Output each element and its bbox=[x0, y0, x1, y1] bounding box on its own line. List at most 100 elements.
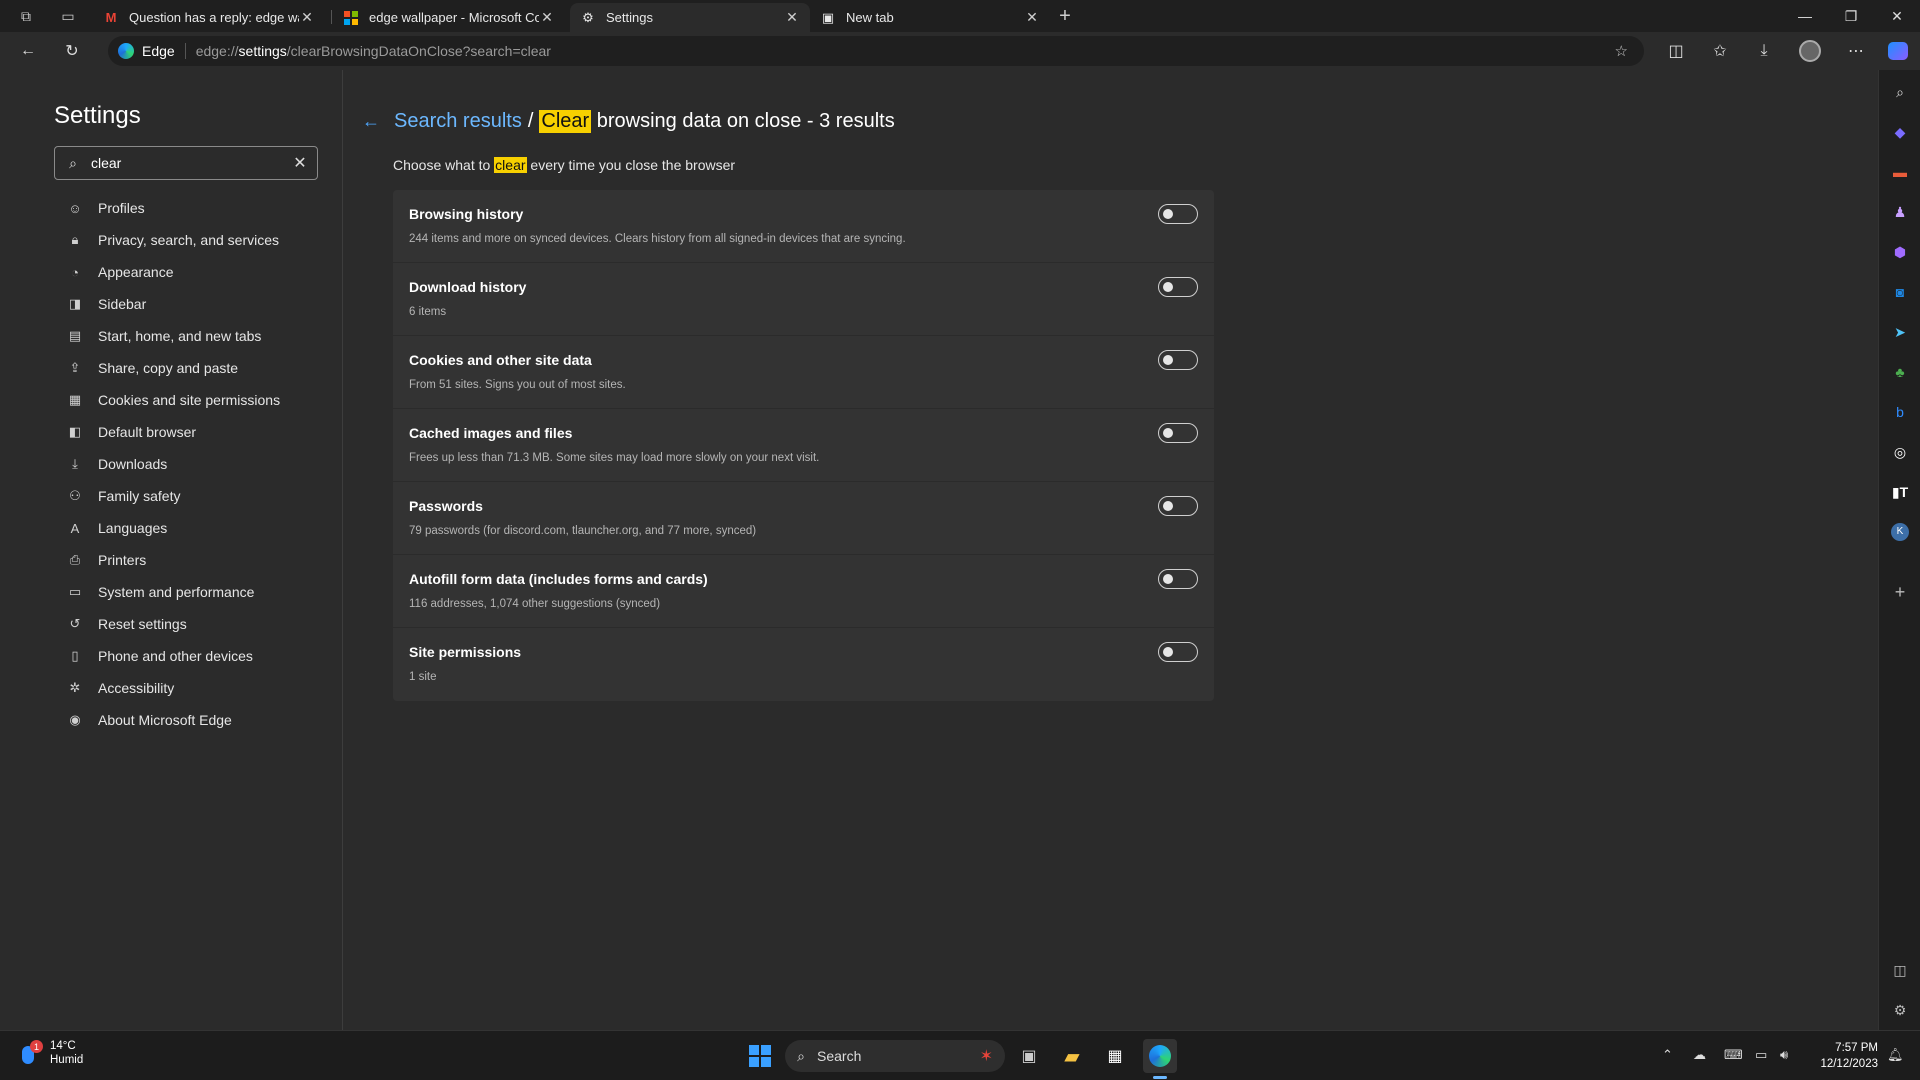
profile-icon: ☺ bbox=[68, 200, 82, 216]
nav-label: Start, home, and new tabs bbox=[98, 328, 262, 344]
keyboard-icon[interactable]: ⌨ bbox=[1724, 1047, 1743, 1063]
nav-item-family-safety[interactable]: ⚇ Family safety bbox=[66, 480, 336, 512]
clear-search-icon[interactable]: ✕ bbox=[283, 153, 317, 173]
tools-icon[interactable]: ▬ bbox=[1890, 162, 1910, 182]
weather-widget[interactable]: 1 14°C Humid bbox=[18, 1039, 83, 1067]
tray-overflow-icon[interactable]: ⌃ bbox=[1662, 1047, 1673, 1063]
nav-item-phone[interactable]: ▯ Phone and other devices bbox=[66, 640, 336, 672]
new-tab-plus-icon[interactable]: + bbox=[1055, 5, 1075, 27]
nav-item-sidebar[interactable]: ◨ Sidebar bbox=[66, 288, 336, 320]
shopping-tag-icon[interactable]: ◆ bbox=[1890, 122, 1910, 142]
tab-settings[interactable]: ⚙ Settings ✕ bbox=[570, 3, 810, 32]
copilot-icon[interactable] bbox=[1886, 39, 1910, 63]
toggle-cookies[interactable] bbox=[1158, 350, 1198, 370]
minimize-button[interactable]: — bbox=[1782, 0, 1828, 32]
nav-item-system[interactable]: ▭ System and performance bbox=[66, 576, 336, 608]
site-info[interactable]: Edge bbox=[108, 43, 175, 59]
toggle-site-permissions[interactable] bbox=[1158, 642, 1198, 662]
setting-title: Passwords bbox=[409, 498, 483, 514]
tab-separator bbox=[331, 10, 332, 24]
tree-icon[interactable]: ♣ bbox=[1890, 362, 1910, 382]
url-path: /clearBrowsingDataOnClose?search=clear bbox=[286, 43, 551, 59]
split-screen-icon[interactable]: ◫ bbox=[1664, 39, 1688, 63]
favorite-star-icon[interactable]: ☆ bbox=[1615, 42, 1628, 60]
search-value[interactable]: clear bbox=[91, 155, 283, 171]
nav-item-appearance[interactable]: ◔ Appearance bbox=[66, 256, 336, 288]
system-clock[interactable]: 7:57 PM 12/12/2023 bbox=[1810, 1040, 1878, 1072]
drop-icon[interactable]: ➤ bbox=[1890, 322, 1910, 342]
sidebar-settings-icon[interactable]: ⚙ bbox=[1890, 1000, 1910, 1020]
nav-item-start-home[interactable]: ▤ Start, home, and new tabs bbox=[66, 320, 336, 352]
search-results-link[interactable]: Search results bbox=[394, 110, 522, 133]
toggle-browsing-history[interactable] bbox=[1158, 204, 1198, 224]
nav-item-downloads[interactable]: ⤓ Downloads bbox=[66, 448, 336, 480]
page-title: browsing data on close - 3 results bbox=[591, 110, 895, 132]
tab-actions-icon[interactable]: ▭ bbox=[58, 6, 78, 26]
url-text[interactable]: edge://settings/clearBrowsingDataOnClose… bbox=[196, 43, 551, 59]
search-icon[interactable]: ⌕ bbox=[1890, 82, 1910, 102]
favorites-icon[interactable]: ✩ bbox=[1708, 39, 1732, 63]
nav-item-share-copy[interactable]: ⇪ Share, copy and paste bbox=[66, 352, 336, 384]
settings-search-input[interactable]: ⌕ clear ✕ bbox=[54, 146, 318, 180]
nav-item-reset[interactable]: ↺ Reset settings bbox=[66, 608, 336, 640]
hide-sidebar-icon[interactable]: ◫ bbox=[1890, 960, 1910, 980]
profile-avatar-icon[interactable] bbox=[1798, 39, 1822, 63]
edge-taskbar-icon[interactable] bbox=[1143, 1039, 1177, 1073]
address-divider bbox=[184, 43, 186, 59]
address-toolbar: ← ↻ Edge edge://settings/clearBrowsingDa… bbox=[0, 32, 1920, 70]
toggle-passwords[interactable] bbox=[1158, 496, 1198, 516]
address-bar[interactable]: Edge edge://settings/clearBrowsingDataOn… bbox=[108, 36, 1644, 66]
app-dial-icon[interactable]: ◎ bbox=[1890, 442, 1910, 462]
close-icon[interactable]: ✕ bbox=[784, 9, 800, 26]
nav-item-about[interactable]: ◉ About Microsoft Edge bbox=[66, 704, 336, 736]
nav-label: Appearance bbox=[98, 264, 174, 280]
store-icon[interactable]: ▦ bbox=[1098, 1039, 1132, 1073]
settings-page: Settings ⌕ clear ✕ ☺ Profiles 🔒︎ Privacy, … bbox=[0, 70, 1878, 1030]
file-explorer-icon[interactable]: ▰ bbox=[1055, 1039, 1089, 1073]
window-close-button[interactable]: ✕ bbox=[1874, 0, 1920, 32]
more-menu-icon[interactable]: ⋯ bbox=[1844, 39, 1868, 63]
nav-item-languages[interactable]: A Languages bbox=[66, 512, 336, 544]
taskbar-search[interactable]: ⌕ Search ✶ bbox=[785, 1040, 1005, 1072]
close-icon[interactable]: ✕ bbox=[299, 9, 315, 26]
nav-item-privacy[interactable]: 🔒︎ Privacy, search, and services bbox=[66, 224, 336, 256]
setting-row-download-history: Download history 6 items bbox=[393, 263, 1214, 336]
nav-label: Sidebar bbox=[98, 296, 147, 312]
k-avatar-icon[interactable]: K bbox=[1890, 522, 1910, 542]
nav-item-cookies[interactable]: ▦ Cookies and site permissions bbox=[66, 384, 336, 416]
nav-label: Default browser bbox=[98, 424, 197, 440]
start-button[interactable] bbox=[743, 1039, 777, 1073]
nav-item-default-browser[interactable]: ◧ Default browser bbox=[66, 416, 336, 448]
setting-title: Download history bbox=[409, 279, 527, 295]
close-icon[interactable]: ✕ bbox=[1024, 9, 1040, 26]
bing-icon[interactable]: b bbox=[1890, 402, 1910, 422]
tab-gmail[interactable]: M Question has a reply: edge wallp ✕ bbox=[93, 3, 325, 32]
nav-item-printers[interactable]: ⎙ Printers bbox=[66, 544, 336, 576]
tab-microsoft[interactable]: edge wallpaper - Microsoft Com ✕ bbox=[333, 3, 565, 32]
volume-icon[interactable]: 🔊︎ bbox=[1780, 1047, 1788, 1063]
onedrive-icon[interactable]: ☁ bbox=[1693, 1047, 1706, 1063]
microsoft365-icon[interactable]: ⬢ bbox=[1890, 242, 1910, 262]
restore-button[interactable]: ❐ bbox=[1828, 0, 1874, 32]
close-icon[interactable]: ✕ bbox=[539, 9, 555, 26]
toggle-autofill[interactable] bbox=[1158, 569, 1198, 589]
site-label: Edge bbox=[142, 43, 175, 59]
workspaces-icon[interactable]: ⧉ bbox=[16, 6, 36, 26]
app-tt-icon[interactable]: ▮T bbox=[1890, 482, 1910, 502]
toggle-download-history[interactable] bbox=[1158, 277, 1198, 297]
games-icon[interactable]: ♟ bbox=[1890, 202, 1910, 222]
toggle-cached-images[interactable] bbox=[1158, 423, 1198, 443]
toggle-knob bbox=[1163, 209, 1173, 219]
nav-item-profiles[interactable]: ☺ Profiles bbox=[66, 192, 336, 224]
downloads-icon[interactable]: ⤓ bbox=[1752, 39, 1776, 63]
notification-bell-icon[interactable]: 🔔︎ bbox=[1887, 1047, 1904, 1063]
tab-new-tab[interactable]: ▣ New tab ✕ bbox=[810, 3, 1050, 32]
nav-item-accessibility[interactable]: ✲ Accessibility bbox=[66, 672, 336, 704]
task-view-icon[interactable]: ▣ bbox=[1012, 1039, 1046, 1073]
network-icon[interactable]: ▭ bbox=[1755, 1047, 1767, 1063]
outlook-icon[interactable]: ◙ bbox=[1890, 282, 1910, 302]
back-arrow-icon[interactable]: ← bbox=[362, 111, 380, 132]
add-sidebar-app-icon[interactable]: + bbox=[1890, 582, 1910, 602]
back-button[interactable]: ← bbox=[16, 39, 40, 63]
refresh-button[interactable]: ↻ bbox=[60, 39, 84, 63]
